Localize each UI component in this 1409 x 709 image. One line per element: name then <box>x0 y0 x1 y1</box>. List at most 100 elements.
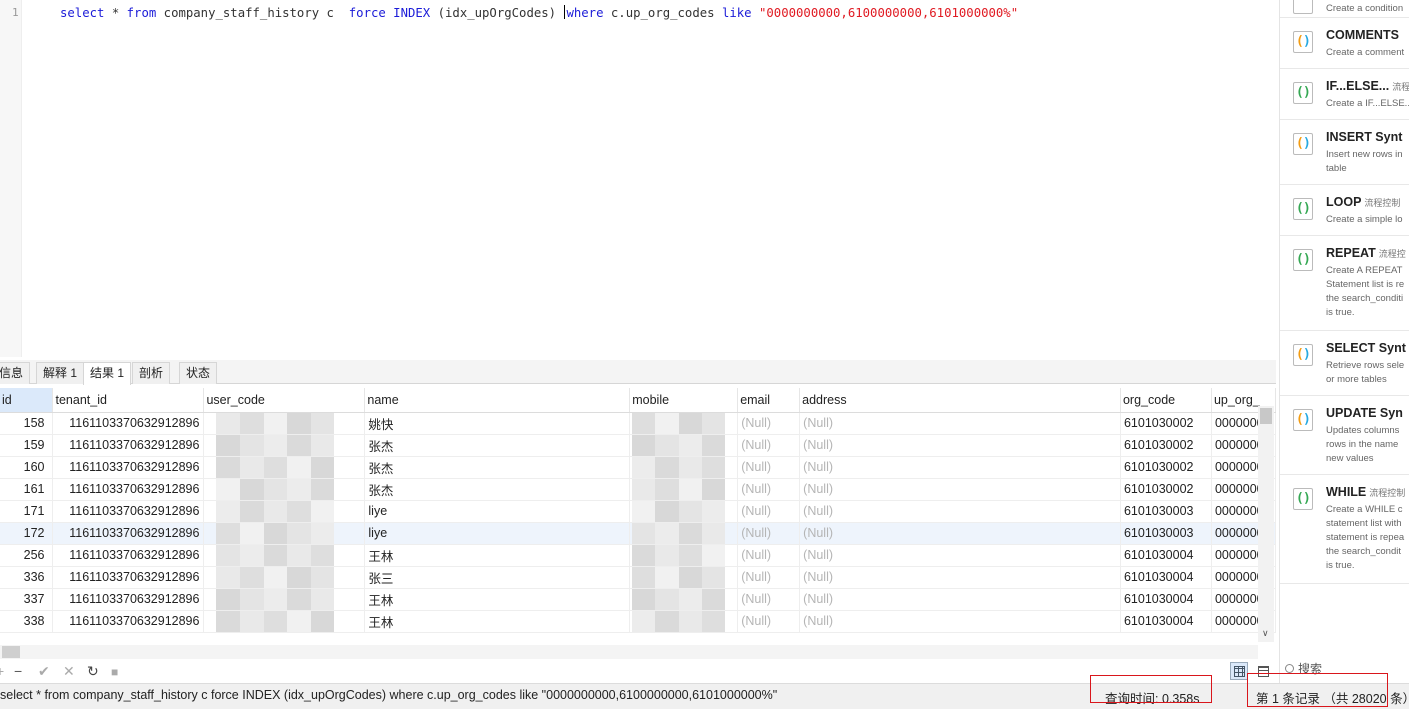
snippet-item[interactable]: () LOOP 流程控制 Create a simple lo <box>1280 185 1409 236</box>
cell-id[interactable]: 338 <box>0 610 54 633</box>
cell-id[interactable]: 336 <box>0 566 54 589</box>
tab-explain[interactable]: 解释 1 <box>36 362 85 384</box>
cell-id[interactable]: 172 <box>0 522 54 545</box>
table-row[interactable]: 337 1161103370632912896 王林 (Null) (Null) 6101… <box>0 588 1276 611</box>
table-row[interactable]: 256 1161103370632912896 王林 (Null) (Null) 6101… <box>0 544 1276 567</box>
cell-tenant-id[interactable]: 1161103370632912896 <box>52 566 205 589</box>
cell-name[interactable]: 张杰 <box>364 434 631 457</box>
apply-changes-icon[interactable]: ✔ <box>38 663 50 680</box>
table-row[interactable]: 158 1161103370632912896 姚快 (Null) (Null) 6101… <box>0 412 1276 435</box>
cell-name[interactable]: liye <box>364 522 631 545</box>
cell-user-code-redacted[interactable] <box>203 610 366 633</box>
cell-mobile-redacted[interactable] <box>629 500 739 523</box>
cell-mobile-redacted[interactable] <box>629 544 739 567</box>
column-header-name[interactable]: name <box>364 388 631 413</box>
cell-mobile-redacted[interactable] <box>629 522 739 545</box>
cell-mobile-redacted[interactable] <box>629 588 739 611</box>
cell-email[interactable]: (Null) <box>737 544 801 567</box>
cell-tenant-id[interactable]: 1161103370632912896 <box>52 434 205 457</box>
cell-email[interactable]: (Null) <box>737 412 801 435</box>
cell-mobile-redacted[interactable] <box>629 478 739 501</box>
snippet-item[interactable]: () REPEAT 流程控 Create A REPEAT Statement list… <box>1280 236 1409 331</box>
cell-org-code[interactable]: 6101030004 <box>1120 544 1212 567</box>
add-record-icon[interactable]: + <box>0 663 4 679</box>
vertical-scroll-thumb[interactable] <box>1260 408 1272 424</box>
cell-name[interactable]: 张杰 <box>364 478 631 501</box>
column-header-address[interactable]: address <box>799 388 1121 413</box>
delete-record-icon[interactable]: − <box>14 663 22 679</box>
cell-name[interactable]: 王林 <box>364 610 631 633</box>
cell-tenant-id[interactable]: 1161103370632912896 <box>52 456 205 479</box>
cell-org-code[interactable]: 6101030003 <box>1120 500 1212 523</box>
cell-id[interactable]: 160 <box>0 456 54 479</box>
cell-name[interactable]: 王林 <box>364 588 631 611</box>
table-row[interactable]: 172 1161103370632912896 liye (Null) (Null) 61… <box>0 522 1276 545</box>
cell-email[interactable]: (Null) <box>737 434 801 457</box>
cell-name[interactable]: 张三 <box>364 566 631 589</box>
tab-status[interactable]: 状态 <box>179 362 218 384</box>
cell-id[interactable]: 171 <box>0 500 54 523</box>
cell-mobile-redacted[interactable] <box>629 412 739 435</box>
table-row[interactable]: 336 1161103370632912896 张三 (Null) (Null) 6101… <box>0 566 1276 589</box>
cell-user-code-redacted[interactable] <box>203 588 366 611</box>
cell-id[interactable]: 256 <box>0 544 54 567</box>
cell-address[interactable]: (Null) <box>799 522 1121 545</box>
cell-org-code[interactable]: 6101030004 <box>1120 566 1212 589</box>
cell-org-code[interactable]: 6101030004 <box>1120 588 1212 611</box>
cell-tenant-id[interactable]: 1161103370632912896 <box>52 500 205 523</box>
snippet-item[interactable]: () COMMENTS Create a comment <box>1280 18 1409 69</box>
stop-icon[interactable]: ■ <box>111 665 118 679</box>
snippet-item[interactable]: () UPDATE Syn Updates columns rows in the n… <box>1280 396 1409 475</box>
cell-email[interactable]: (Null) <box>737 456 801 479</box>
cell-name[interactable]: 姚快 <box>364 412 631 435</box>
tab-profile[interactable]: 剖析 <box>132 362 171 384</box>
cell-address[interactable]: (Null) <box>799 456 1121 479</box>
cell-user-code-redacted[interactable] <box>203 544 366 567</box>
cell-mobile-redacted[interactable] <box>629 456 739 479</box>
cell-tenant-id[interactable]: 1161103370632912896 <box>52 544 205 567</box>
cell-org-code[interactable]: 6101030002 <box>1120 434 1212 457</box>
cell-name[interactable]: liye <box>364 500 631 523</box>
cell-user-code-redacted[interactable] <box>203 566 366 589</box>
discard-changes-icon[interactable]: ✕ <box>63 663 75 680</box>
column-header-id[interactable]: id <box>0 388 54 413</box>
cell-email[interactable]: (Null) <box>737 522 801 545</box>
column-header-email[interactable]: email <box>737 388 801 413</box>
cell-tenant-id[interactable]: 1161103370632912896 <box>52 478 205 501</box>
snippet-item[interactable]: () IF...ELSE... 流程 Create a IF...ELSE... <box>1280 69 1409 120</box>
column-header-tenant-id[interactable]: tenant_id <box>52 388 205 413</box>
cell-address[interactable]: (Null) <box>799 434 1121 457</box>
tab-info[interactable]: 信息 <box>0 362 31 384</box>
cell-address[interactable]: (Null) <box>799 500 1121 523</box>
cell-address[interactable]: (Null) <box>799 610 1121 633</box>
cell-org-code[interactable]: 6101030003 <box>1120 522 1212 545</box>
cell-tenant-id[interactable]: 1161103370632912896 <box>52 412 205 435</box>
cell-org-code[interactable]: 6101030002 <box>1120 456 1212 479</box>
snippet-item[interactable]: () WHILE 流程控制 Create a WHILE c statement lis… <box>1280 475 1409 584</box>
cell-mobile-redacted[interactable] <box>629 610 739 633</box>
cell-address[interactable]: (Null) <box>799 412 1121 435</box>
cell-org-code[interactable]: 6101030002 <box>1120 412 1212 435</box>
cell-address[interactable]: (Null) <box>799 478 1121 501</box>
cell-email[interactable]: (Null) <box>737 566 801 589</box>
table-row[interactable]: 338 1161103370632912896 王林 (Null) (Null) 6101… <box>0 610 1276 633</box>
cell-email[interactable]: (Null) <box>737 588 801 611</box>
cell-mobile-redacted[interactable] <box>629 434 739 457</box>
cell-address[interactable]: (Null) <box>799 566 1121 589</box>
cell-email[interactable]: (Null) <box>737 478 801 501</box>
cell-org-code[interactable]: 6101030004 <box>1120 610 1212 633</box>
cell-org-code[interactable]: 6101030002 <box>1120 478 1212 501</box>
cell-user-code-redacted[interactable] <box>203 412 366 435</box>
cell-email[interactable]: (Null) <box>737 500 801 523</box>
sql-editor[interactable]: 1 select * from company_staff_history c … <box>0 0 1276 357</box>
snippet-item[interactable]: () INSERT Synt Insert new rows in table <box>1280 120 1409 185</box>
cell-email[interactable]: (Null) <box>737 610 801 633</box>
cell-user-code-redacted[interactable] <box>203 500 366 523</box>
cell-user-code-redacted[interactable] <box>203 456 366 479</box>
vertical-scrollbar[interactable] <box>1258 406 1274 642</box>
scroll-down-arrow-icon[interactable]: ∨ <box>1262 628 1269 639</box>
cell-address[interactable]: (Null) <box>799 544 1121 567</box>
cell-tenant-id[interactable]: 1161103370632912896 <box>52 610 205 633</box>
table-row[interactable]: 171 1161103370632912896 liye (Null) (Null) 61… <box>0 500 1276 523</box>
cell-user-code-redacted[interactable] <box>203 522 366 545</box>
